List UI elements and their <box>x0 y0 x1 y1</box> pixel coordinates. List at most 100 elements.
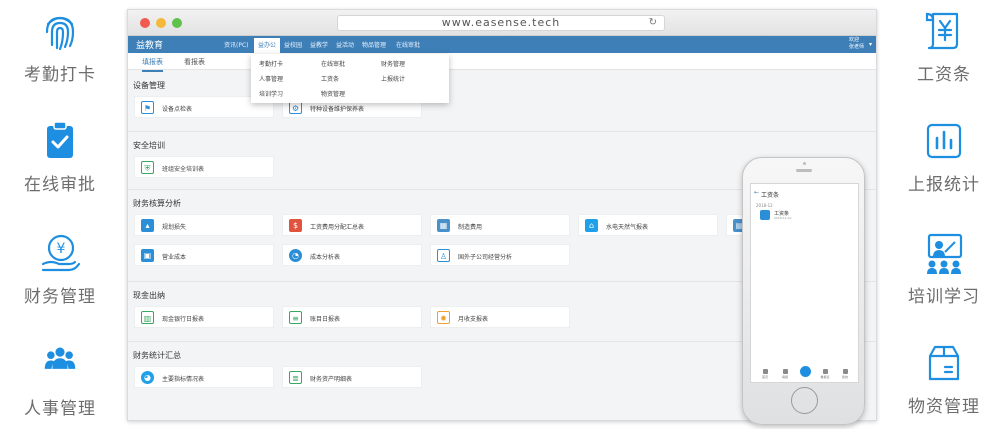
phone-tab-label: 我的 <box>841 375 848 379</box>
feature-label: 培训学习 <box>908 287 980 307</box>
report-card[interactable]: ⛨ 班组安全培训表 <box>134 156 274 178</box>
browser-chrome: www.easense.tech ↻ <box>128 10 876 36</box>
nav-item-active[interactable]: 益办公 <box>254 38 281 53</box>
feature-hr[interactable]: 人事管理 <box>0 346 120 419</box>
report-card[interactable]: ≡ 账目日报表 <box>282 306 422 328</box>
feature-finance[interactable]: ¥ 财务管理 <box>0 232 120 307</box>
phone-tab-home[interactable]: 首页 <box>757 369 773 379</box>
report-card[interactable]: ♙ 国外子公司经营分析 <box>430 244 570 266</box>
utility-icon: ⌂ <box>585 219 598 232</box>
phone-tab-center[interactable] <box>797 366 813 377</box>
report-card[interactable]: ◕ 主要指标情况表 <box>134 366 274 388</box>
phone-tab-mine[interactable]: 我的 <box>837 369 853 379</box>
dropdown-item[interactable]: 培训学习 <box>259 89 283 98</box>
feature-training[interactable]: 培训学习 <box>884 232 1001 307</box>
url-text: www.easense.tech <box>441 16 561 29</box>
report-name: 规划损失 <box>162 224 187 231</box>
phone-tab-fill[interactable]: 填报 <box>777 369 793 379</box>
report-card[interactable]: ▴ 规划损失 <box>134 214 274 236</box>
section-equipment: 设备管理 ⚑ 设备点检表 ⚙ 特种设备维护保养表 <box>128 72 876 132</box>
user-icon: ♙ <box>437 249 450 262</box>
report-name: 财务资产明细表 <box>310 376 353 383</box>
bank-icon: ▥ <box>141 311 154 324</box>
nav-item[interactable]: 物品管理 <box>362 40 386 49</box>
close-window-button[interactable] <box>140 18 150 28</box>
dropdown-item[interactable]: 财务管理 <box>381 59 405 68</box>
nav-item[interactable]: 益教学 <box>310 40 328 49</box>
dropdown-item[interactable]: 上报统计 <box>381 74 405 83</box>
dropdown-item[interactable]: 考勤打卡 <box>259 59 283 68</box>
section-title: 设备管理 <box>133 81 165 90</box>
box-icon <box>928 345 960 381</box>
dropdown-item[interactable]: 人事管理 <box>259 74 283 83</box>
minimize-window-button[interactable] <box>156 18 166 28</box>
report-icon <box>822 369 828 374</box>
feature-label: 人事管理 <box>24 399 96 419</box>
money-bag-icon: $ <box>289 219 302 232</box>
feature-label: 财务管理 <box>24 287 96 307</box>
training-icon <box>927 233 963 274</box>
feature-label: 物资管理 <box>908 397 980 417</box>
section-title: 安全培训 <box>133 141 165 150</box>
tab-fill-report[interactable]: 填报表 <box>142 57 163 72</box>
phone-screen: ← 工资条 2018-12 工资条 2018-12-10 首页 填报 看报表 我… <box>750 183 859 383</box>
chevron-down-icon[interactable]: ▾ <box>869 41 872 48</box>
report-card[interactable]: ▦ 制造费用 <box>430 214 570 236</box>
svg-text:¥: ¥ <box>57 241 66 257</box>
report-card[interactable]: ✹ 月收支报表 <box>430 306 570 328</box>
maximize-window-button[interactable] <box>172 18 182 28</box>
feature-label: 工资条 <box>917 65 971 85</box>
payslip-icon <box>760 210 770 220</box>
nav-item[interactable]: 益活动 <box>336 40 354 49</box>
people-icon <box>44 347 76 369</box>
report-card[interactable]: ▥ 现金银行日报表 <box>134 306 274 328</box>
report-name: 月收支报表 <box>458 316 489 323</box>
home-button[interactable] <box>791 387 818 414</box>
dropdown-item[interactable]: 在线审批 <box>321 59 345 68</box>
report-card[interactable]: ≣ 财务资产明细表 <box>282 366 422 388</box>
dropdown-item[interactable]: 工资条 <box>321 74 339 83</box>
nav-item[interactable]: 在线审批 <box>396 40 420 49</box>
nav-item[interactable]: 资讯(PC) <box>224 40 249 49</box>
sub-tabs: 填报表 看报表 <box>128 53 876 72</box>
feature-label: 考勤打卡 <box>24 65 96 85</box>
tab-view-report[interactable]: 看报表 <box>184 57 205 67</box>
fingerprint-icon <box>45 16 75 51</box>
feature-attendance[interactable]: 考勤打卡 <box>0 10 120 85</box>
feature-approval[interactable]: 在线审批 <box>0 120 120 195</box>
report-card[interactable]: ⌂ 水电天然气报表 <box>578 214 718 236</box>
user-greeting: 欢迎 <box>848 37 859 43</box>
report-card[interactable]: $ 工资费用分配汇总表 <box>282 214 422 236</box>
dropdown-item[interactable]: 物资管理 <box>321 89 345 98</box>
report-name: 营业成本 <box>162 254 187 261</box>
yen-hand-icon: ¥ <box>41 234 81 272</box>
camera-dot <box>803 162 806 165</box>
report-name: 成本分析表 <box>310 254 341 261</box>
report-name: 设备点检表 <box>162 106 193 113</box>
phone-tab-label: 看报表 <box>820 375 830 379</box>
back-arrow-icon[interactable]: ← <box>754 189 759 196</box>
nav-dropdown-menu: 考勤打卡 在线审批 财务管理 人事管理 工资条 上报统计 培训学习 物资管理 <box>251 54 449 103</box>
right-feature-list: 工资条 上报统计 培训学习 物资管理 <box>884 0 1001 429</box>
person-icon <box>842 369 848 374</box>
speaker-slot <box>796 169 812 172</box>
feature-payslip[interactable]: 工资条 <box>884 10 1001 85</box>
reload-icon[interactable]: ↻ <box>649 16 658 30</box>
yen-receipt-icon <box>925 12 959 50</box>
report-name: 水电天然气报表 <box>606 224 649 231</box>
user-menu[interactable]: 欢迎 张老师 <box>849 37 864 51</box>
phone-tab-view[interactable]: 看报表 <box>817 369 833 379</box>
app-header: 益教育 资讯(PC) 益办公 益校园 益教学 益活动 物品管理 在线审批 欢迎 … <box>128 36 876 53</box>
feature-materials[interactable]: 物资管理 <box>884 342 1001 417</box>
feature-statistics[interactable]: 上报统计 <box>884 120 1001 195</box>
nav-item[interactable]: 益校园 <box>284 40 302 49</box>
report-card[interactable]: ▣ 营业成本 <box>134 244 274 266</box>
report-name: 班组安全培训表 <box>162 166 205 173</box>
phone-tab-label: 填报 <box>781 375 788 379</box>
report-card[interactable]: ◔ 成本分析表 <box>282 244 422 266</box>
calculator-icon: ▦ <box>437 219 450 232</box>
section-title: 现金出纳 <box>133 291 165 300</box>
section-title: 财务核算分析 <box>133 199 181 208</box>
url-bar[interactable]: www.easense.tech ↻ <box>337 15 665 31</box>
ledger-icon: ≡ <box>289 311 302 324</box>
